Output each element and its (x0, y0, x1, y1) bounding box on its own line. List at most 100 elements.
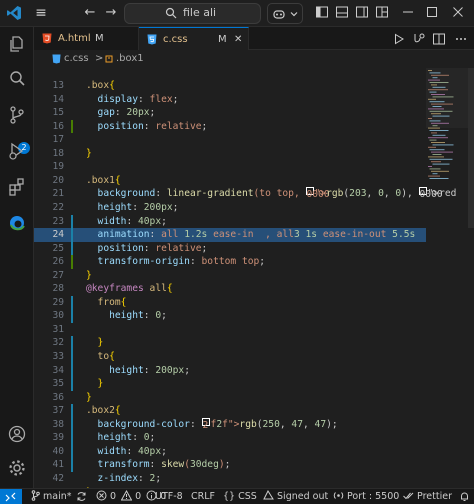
code-line[interactable]: 36} (34, 391, 426, 405)
code-line[interactable]: 18} (34, 147, 426, 161)
code-line[interactable]: 42 z-index: 2; (34, 472, 426, 486)
customize-layout-icon[interactable] (375, 5, 389, 19)
notifications-bell-icon[interactable] (459, 491, 470, 502)
modified-line-marker[interactable] (71, 241, 73, 256)
edge-tools-icon[interactable] (7, 213, 27, 233)
code-line[interactable]: 30 height: 0; (34, 309, 426, 323)
extensions-icon[interactable] (7, 177, 27, 197)
modified-line-marker[interactable] (71, 228, 73, 242)
modified-line-marker[interactable] (71, 295, 73, 310)
modified-line-marker[interactable] (71, 444, 73, 459)
code-line[interactable]: 25 position: relative; (34, 241, 426, 256)
modified-line-marker[interactable] (71, 404, 73, 418)
code-line[interactable]: 28 @keyframes all{ (34, 282, 426, 296)
forward-arrow-icon[interactable]: → (103, 4, 119, 22)
minimap-line (428, 137, 448, 139)
code-line[interactable]: 15 gap: 20px; (34, 106, 426, 120)
code-line[interactable]: 38 background-color: 2 f2f">rgb(250, 47, 4… (34, 417, 426, 432)
modified-line-marker[interactable] (71, 458, 73, 472)
back-arrow-icon[interactable]: ← (82, 4, 98, 22)
code-line[interactable]: 40 width: 40px; (34, 444, 426, 459)
code-line[interactable]: 35} (34, 377, 426, 391)
run-debug-icon[interactable] (7, 141, 27, 161)
modified-line-marker[interactable] (71, 350, 73, 364)
copilot-button[interactable] (267, 3, 303, 24)
minimize-icon[interactable] (401, 5, 415, 19)
breadcrumb-symbol[interactable]: .box1 (116, 50, 144, 68)
code-line[interactable]: 29 from{ (34, 295, 426, 310)
more-actions-icon[interactable] (454, 32, 468, 46)
added-line-marker[interactable] (71, 119, 73, 134)
branch-name: main* (43, 491, 72, 502)
code-line[interactable]: 27} (34, 269, 426, 283)
code-line[interactable]: 41 transform: skew(30deg); (34, 458, 426, 472)
code-line[interactable]: 32} (34, 336, 426, 350)
code-editor[interactable]: 13 .box{14 display: flex; 15 gap: 20px; 16 pos… (34, 68, 474, 488)
close-window-icon[interactable] (451, 5, 465, 19)
maximize-icon[interactable] (425, 5, 439, 19)
code-line[interactable]: 21 background: linear-gradient(to top, 00… (34, 187, 456, 201)
line-number: 23 (52, 215, 64, 227)
sync-icon[interactable] (76, 491, 87, 502)
modified-line-marker[interactable] (71, 417, 73, 432)
code-line[interactable]: 37 .box2{ (34, 404, 426, 418)
close-tab-icon[interactable]: ✕ (234, 28, 246, 51)
code-line[interactable]: 19 (34, 160, 426, 174)
toggle-secondary-sidebar-icon[interactable] (355, 5, 369, 19)
line-number: 34 (52, 364, 64, 376)
code-line[interactable]: 23 width: 40px; (34, 214, 426, 229)
toggle-panel-icon[interactable] (335, 5, 349, 19)
minimap[interactable] (426, 68, 468, 488)
eol-indicator[interactable]: CRLF (191, 489, 215, 504)
minimap-line (431, 84, 437, 86)
line-number: 21 (52, 188, 64, 200)
modified-line-marker[interactable] (71, 336, 73, 350)
code-line[interactable]: 17 (34, 133, 426, 147)
minimap-line (428, 175, 440, 177)
code-line[interactable]: 34 height: 200px; (34, 363, 426, 378)
account-status[interactable]: Signed out (263, 489, 328, 504)
code-line[interactable]: 20 .box1{ (34, 174, 426, 188)
account-icon[interactable] (7, 424, 27, 444)
code-line[interactable]: 26 transform-origin: bottom top; (34, 255, 426, 269)
menu-icon[interactable]: ≡ (33, 4, 49, 22)
added-line-marker[interactable] (71, 255, 73, 269)
encoding-indicator[interactable]: UTF-8 (155, 489, 183, 504)
modified-line-marker[interactable] (71, 431, 73, 445)
modified-line-marker[interactable] (71, 377, 73, 391)
run-icon[interactable] (392, 32, 406, 46)
code-line[interactable]: 39 height: 0; (34, 431, 426, 445)
tab-a-html[interactable]: A.html M (34, 27, 139, 50)
minimap-line (428, 89, 448, 91)
modified-line-marker[interactable] (71, 309, 73, 323)
code-line[interactable]: 33 to{ (34, 350, 426, 364)
open-changes-icon[interactable] (412, 32, 426, 46)
branch-indicator[interactable]: main* (31, 489, 72, 504)
code-line[interactable]: 14 display: flex; (34, 93, 426, 107)
code-line[interactable]: 31 (34, 323, 426, 337)
breadcrumb-file[interactable]: c.css (64, 50, 89, 68)
explorer-icon[interactable] (7, 34, 27, 54)
code-line[interactable]: 22 height: 200px; (34, 201, 426, 215)
minimap-line (429, 178, 449, 179)
command-center-search[interactable]: file ali (124, 3, 261, 24)
search-icon[interactable] (7, 69, 27, 89)
code-line[interactable]: 24 animation: all 1.2s ease-in , all3 1s … (34, 228, 426, 242)
toggle-primary-sidebar-icon[interactable] (315, 5, 329, 19)
code-line[interactable]: 13 .box{ (34, 79, 426, 93)
split-editor-icon[interactable] (432, 32, 446, 46)
source-control-icon[interactable] (7, 105, 27, 125)
line-number: 20 (52, 174, 64, 186)
minimap-line (428, 146, 436, 148)
vertical-scrollbar[interactable] (468, 68, 474, 228)
modified-line-marker[interactable] (71, 214, 73, 229)
prettier-status[interactable]: Prettier (403, 489, 452, 504)
live-server-port[interactable]: Port : 5500 (333, 489, 399, 504)
remote-indicator[interactable] (0, 489, 22, 504)
modified-line-marker[interactable] (71, 363, 73, 378)
settings-gear-icon[interactable] (7, 458, 27, 478)
tab-c-css[interactable]: c.css M ✕ (139, 27, 249, 50)
code-line[interactable]: 16 position: relative; (34, 119, 426, 134)
language-mode[interactable]: {} CSS (223, 489, 257, 504)
breadcrumb-separator: > (95, 53, 104, 64)
